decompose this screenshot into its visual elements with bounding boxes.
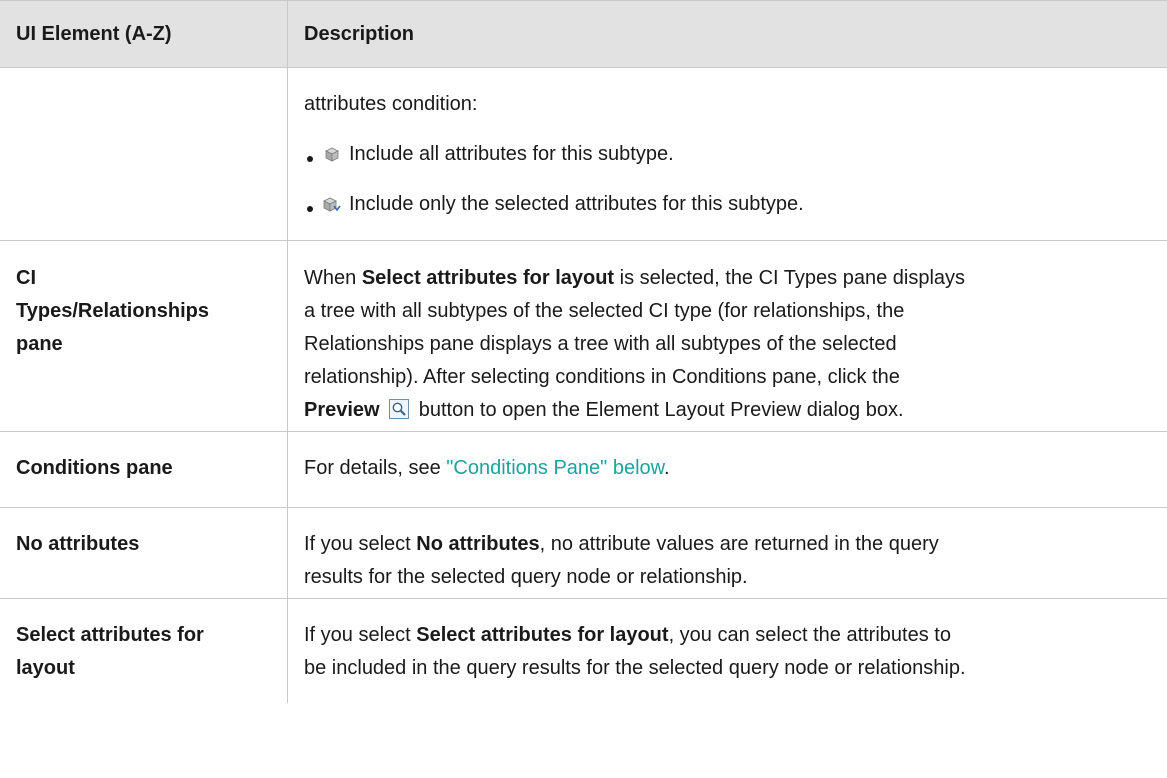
- bullet-dot: [307, 205, 313, 212]
- header-description: Description: [304, 22, 415, 45]
- row-description-cell: When Select attributes for layout is sel…: [288, 241, 1167, 431]
- description-line: Preview button to open the Element Layou…: [304, 394, 1151, 427]
- row-element-cell: CI Types/Relationships pane: [0, 241, 288, 431]
- bold-term: Select attributes for layout: [361, 267, 615, 289]
- description-line: be included in the query results for the…: [304, 657, 966, 679]
- bullet-text: Include only the selected attributes for…: [349, 193, 804, 215]
- text-span: , you can select the attributes to: [668, 624, 951, 646]
- text-span: If you select: [304, 624, 417, 646]
- bullet-dot: [307, 155, 313, 162]
- text-span: , no attribute values are returned in th…: [539, 533, 939, 555]
- table-row: No attributes If you select No attribute…: [0, 508, 1167, 599]
- table-header-row: UI Element (A-Z) Description: [0, 0, 1167, 68]
- list-item: Include only the selected attributes for…: [304, 188, 1151, 221]
- text-span: If you select: [304, 533, 417, 555]
- text-span: button to open the Element Layout Previe…: [413, 399, 904, 421]
- description-line: Relationships pane displays a tree with …: [304, 333, 897, 355]
- list-item: Include all attributes for this subtype.: [304, 138, 1151, 171]
- row-element-cell: [0, 68, 288, 240]
- cube-icon: [325, 147, 339, 162]
- description-line: results for the selected query node or r…: [304, 566, 748, 588]
- element-label-line: Types/Relationships: [16, 300, 210, 322]
- ui-elements-table: UI Element (A-Z) Description attributes …: [0, 0, 1167, 703]
- description-line: If you select No attributes, no attribut…: [304, 528, 1151, 561]
- text-span: .: [663, 457, 670, 479]
- row-description-cell: For details, see "Conditions Pane" below…: [288, 432, 1167, 507]
- row-element-cell: Conditions pane: [0, 432, 288, 507]
- table-row: Conditions pane For details, see "Condit…: [0, 432, 1167, 508]
- row-element-cell: Select attributes for layout: [0, 599, 288, 703]
- magnifier-icon: [389, 399, 410, 419]
- bullet-text: Include all attributes for this subtype.: [349, 143, 674, 165]
- description-line: When Select attributes for layout is sel…: [304, 262, 1151, 295]
- row-element-cell: No attributes: [0, 508, 288, 598]
- table-row: Select attributes for layout If you sele…: [0, 599, 1167, 703]
- row-description-cell: attributes condition: Include all attrib…: [288, 68, 1167, 240]
- table-row: attributes condition: Include all attrib…: [0, 68, 1167, 241]
- bold-term: No attributes: [416, 533, 540, 555]
- description-line: If you select Select attributes for layo…: [304, 619, 1151, 652]
- text-span: For details, see: [304, 457, 447, 479]
- element-label-line: pane: [16, 333, 63, 355]
- row-description-cell: If you select Select attributes for layo…: [288, 599, 1167, 703]
- bold-term: Preview: [304, 399, 380, 421]
- table-row: CI Types/Relationships pane When Select …: [0, 241, 1167, 432]
- intro-text: attributes condition:: [304, 93, 478, 115]
- element-label-line: CI: [16, 267, 36, 289]
- row-description-cell: If you select No attributes, no attribut…: [288, 508, 1167, 598]
- element-label-line: layout: [16, 657, 75, 679]
- text-span: is selected, the CI Types pane displays: [614, 267, 966, 289]
- bold-term: Select attributes for layout: [416, 624, 669, 646]
- element-label-line: Select attributes for: [16, 624, 204, 646]
- description-line: a tree with all subtypes of the selected…: [304, 300, 905, 322]
- cube-filtered-icon: [323, 197, 341, 212]
- header-ui-element: UI Element (A-Z): [0, 1, 288, 67]
- conditions-pane-link[interactable]: "Conditions Pane" below: [446, 457, 664, 479]
- text-span: When: [304, 267, 362, 289]
- description-line: relationship). After selecting condition…: [304, 366, 900, 388]
